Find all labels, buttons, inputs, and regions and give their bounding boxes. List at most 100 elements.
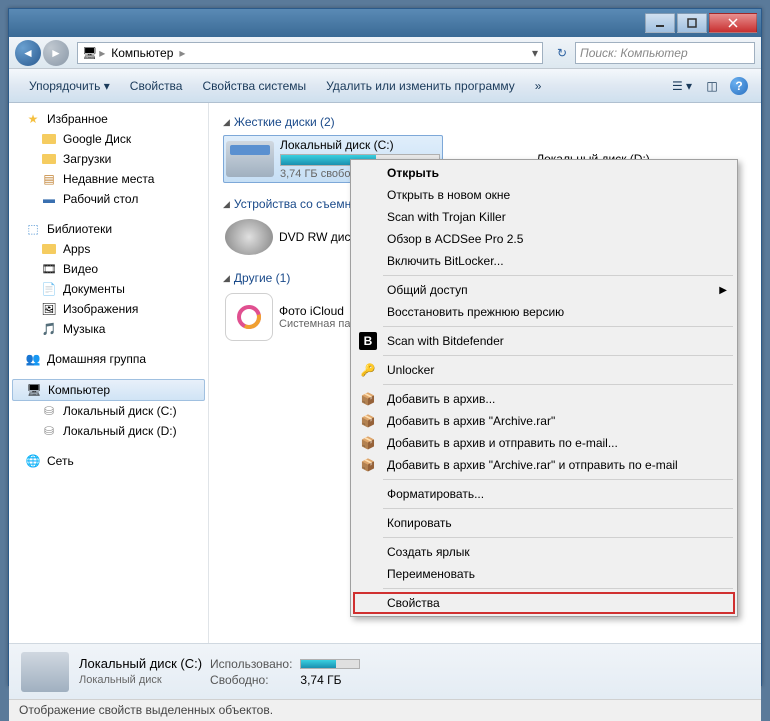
context-menu-item[interactable]: Включить BitLocker... — [353, 250, 735, 272]
address-row: ◄ ► 🖥 ▸ Компьютер ▸ ▾ ↻ Поиск: Компьютер — [9, 37, 761, 69]
group-header-hdd[interactable]: Жесткие диски (2) — [223, 115, 747, 129]
context-menu-item[interactable]: Переименовать — [353, 563, 735, 585]
folder-icon — [41, 131, 57, 147]
recent-icon: ▤ — [41, 171, 57, 187]
context-menu-item[interactable]: Открыть — [353, 162, 735, 184]
dropdown-arrow-icon[interactable]: ▾ — [532, 46, 538, 60]
context-menu: Открыть Открыть в новом окне Scan with Tro… — [350, 159, 738, 617]
toolbar: Упорядочить ▾ Свойства Свойства системы … — [9, 69, 761, 103]
video-icon: 🎞 — [41, 261, 57, 277]
context-menu-item-icon: B — [359, 332, 377, 350]
sidebar-item-drive-d[interactable]: ⛁Локальный диск (D:) — [9, 421, 208, 441]
context-menu-item-label: Добавить в архив "Archive.rar" и отправи… — [387, 458, 678, 472]
sidebar-item-drive-c[interactable]: ⛁Локальный диск (C:) — [9, 401, 208, 421]
context-menu-item-label: Добавить в архив и отправить по e-mail..… — [387, 436, 618, 450]
properties-button[interactable]: Свойства — [120, 79, 193, 93]
homegroup-icon: 👥 — [25, 351, 41, 367]
system-properties-button[interactable]: Свойства системы — [192, 79, 316, 93]
sidebar-item-downloads[interactable]: Загрузки — [9, 149, 208, 169]
context-menu-item[interactable]: Scan with Trojan Killer — [353, 206, 735, 228]
folder-icon — [41, 151, 57, 167]
photos-icon — [225, 293, 273, 341]
sidebar-network[interactable]: 🌐Сеть — [9, 451, 208, 471]
close-button[interactable] — [709, 13, 757, 33]
context-menu-item[interactable]: Восстановить прежнюю версию — [353, 301, 735, 323]
sidebar-computer[interactable]: 🖥Компьютер — [12, 379, 205, 401]
context-menu-item[interactable]: 📦Добавить в архив "Archive.rar" — [353, 410, 735, 432]
details-free-label: Свободно: — [210, 673, 292, 687]
context-menu-separator — [383, 326, 733, 327]
sidebar-item-desktop[interactable]: ▬Рабочий стол — [9, 189, 208, 209]
refresh-button[interactable]: ↻ — [549, 46, 575, 60]
statusbar: Отображение свойств выделенных объектов. — [9, 699, 761, 721]
sidebar-item-videos[interactable]: 🎞Видео — [9, 259, 208, 279]
sidebar-favorites[interactable]: ★Избранное — [9, 109, 208, 129]
context-menu-item[interactable]: 📦 Добавить в архив... — [353, 388, 735, 410]
drive-icon — [21, 652, 69, 692]
sidebar-item-apps[interactable]: Apps — [9, 239, 208, 259]
sidebar-libraries[interactable]: ⬚Библиотеки — [9, 219, 208, 239]
sidebar-item-recent[interactable]: ▤Недавние места — [9, 169, 208, 189]
network-icon: 🌐 — [25, 453, 41, 469]
context-menu-item-icon: 📦 — [359, 390, 377, 408]
details-pane: Локальный диск (C:) Использовано: Локаль… — [9, 643, 761, 699]
context-menu-item-label: Открыть — [387, 166, 439, 180]
statusbar-text: Отображение свойств выделенных объектов. — [19, 703, 273, 717]
context-menu-item[interactable]: Форматировать... — [353, 483, 735, 505]
context-menu-item[interactable]: 🔑 Unlocker — [353, 359, 735, 381]
context-menu-item[interactable]: BScan with Bitdefender — [353, 330, 735, 352]
sidebar-item-google-disk[interactable]: Google Диск — [9, 129, 208, 149]
context-menu-item[interactable]: Открыть в новом окне — [353, 184, 735, 206]
drive-icon: ⛁ — [41, 423, 57, 439]
details-type: Локальный диск — [79, 674, 202, 686]
organize-menu[interactable]: Упорядочить ▾ — [19, 79, 120, 93]
context-menu-separator — [383, 384, 733, 385]
minimize-button[interactable] — [645, 13, 675, 33]
context-menu-item-label: Добавить в архив... — [387, 392, 495, 406]
context-menu-item-label: Форматировать... — [387, 487, 484, 501]
chevron-right-icon[interactable]: ▸ — [177, 46, 187, 60]
context-menu-item-label: Обзор в ACDSee Pro 2.5 — [387, 232, 523, 246]
star-icon: ★ — [25, 111, 41, 127]
more-toolbar[interactable]: » — [525, 79, 552, 93]
desktop-icon: ▬ — [41, 191, 57, 207]
context-menu-item-label: Добавить в архив "Archive.rar" — [387, 414, 555, 428]
libraries-icon: ⬚ — [25, 221, 41, 237]
view-options-button[interactable]: ☰ ▾ — [670, 74, 694, 98]
chevron-right-icon[interactable]: ▸ — [97, 46, 107, 60]
sidebar-item-music[interactable]: 🎵Музыка — [9, 319, 208, 339]
titlebar — [9, 9, 761, 37]
dvd-icon — [225, 219, 273, 255]
context-menu-item[interactable]: Обзор в ACDSee Pro 2.5 — [353, 228, 735, 250]
back-button[interactable]: ◄ — [15, 40, 41, 66]
context-menu-item[interactable]: Общий доступ▶ — [353, 279, 735, 301]
context-menu-separator — [383, 479, 733, 480]
help-button[interactable]: ? — [730, 77, 748, 95]
context-menu-separator — [383, 355, 733, 356]
sidebar-item-documents[interactable]: 📄Документы — [9, 279, 208, 299]
submenu-arrow-icon: ▶ — [719, 285, 727, 296]
context-menu-item[interactable]: 📦Добавить в архив "Archive.rar" и отправ… — [353, 454, 735, 476]
sidebar-homegroup[interactable]: 👥Домашняя группа — [9, 349, 208, 369]
preview-pane-button[interactable]: ◫ — [700, 74, 724, 98]
search-input[interactable]: Поиск: Компьютер — [575, 42, 755, 64]
context-menu-item-label: Unlocker — [387, 363, 434, 377]
context-menu-item-icon: 🔑 — [359, 361, 377, 379]
context-menu-item-label: Открыть в новом окне — [387, 188, 510, 202]
context-menu-item[interactable]: Создать ярлык — [353, 541, 735, 563]
breadcrumb-item[interactable]: Компьютер — [107, 46, 177, 60]
uninstall-change-button[interactable]: Удалить или изменить программу — [316, 79, 525, 93]
details-free-value: 3,74 ГБ — [300, 673, 360, 687]
context-menu-item[interactable]: Свойства — [353, 592, 735, 614]
computer-icon: 🖥 — [82, 46, 97, 60]
context-menu-separator — [383, 537, 733, 538]
sidebar-item-pictures[interactable]: 🖼Изображения — [9, 299, 208, 319]
context-menu-item[interactable]: Копировать — [353, 512, 735, 534]
context-menu-item-label: Копировать — [387, 516, 452, 530]
maximize-button[interactable] — [677, 13, 707, 33]
address-bar[interactable]: 🖥 ▸ Компьютер ▸ ▾ — [77, 42, 543, 64]
music-icon: 🎵 — [41, 321, 57, 337]
context-menu-item-label: Свойства — [387, 596, 440, 610]
context-menu-item[interactable]: 📦Добавить в архив и отправить по e-mail.… — [353, 432, 735, 454]
forward-button[interactable]: ► — [43, 40, 69, 66]
